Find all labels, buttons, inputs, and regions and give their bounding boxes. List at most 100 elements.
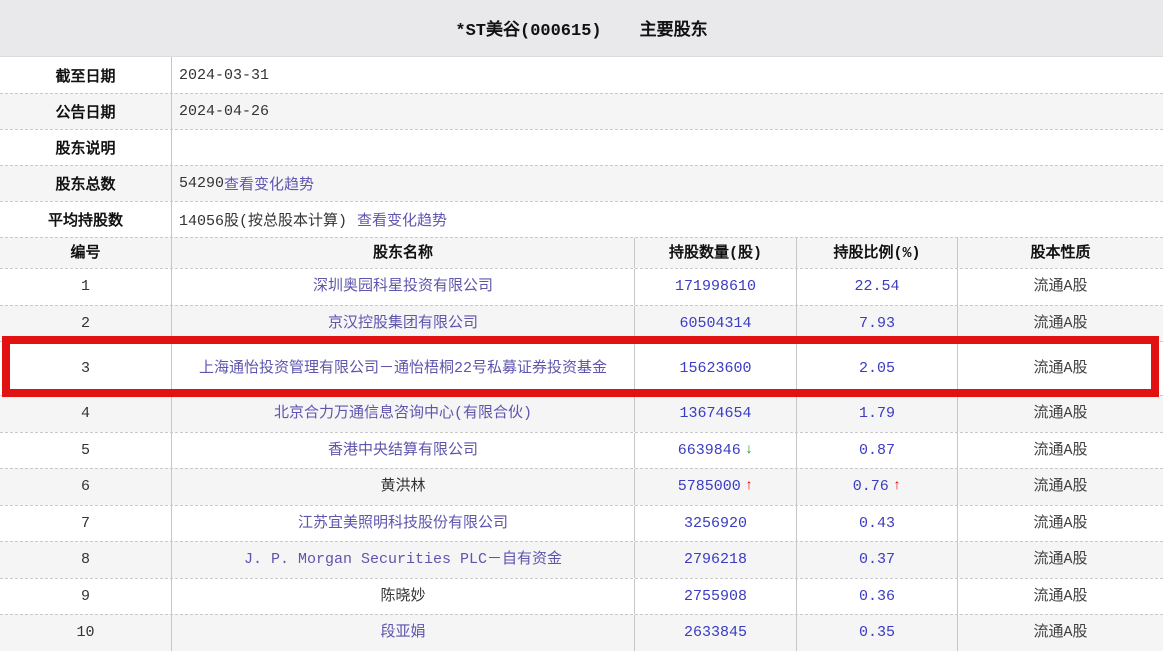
shares-cell: 60504314 (635, 305, 797, 341)
table-row-9: 9 陈晓妙 2755908 0.36 流通A股 (0, 577, 1163, 614)
shareholder-name-link[interactable]: 段亚娟 (380, 623, 425, 642)
shareholder-name-link[interactable]: J. P. Morgan Securities PLC－自有资金 (244, 550, 562, 569)
share-type-cell: 流通A股 (1033, 441, 1088, 459)
name-cell: 陈晓妙 (172, 578, 635, 614)
table-row-5: 5 香港中央结算有限公司 6639846 ↓ 0.87 流通A股 (0, 431, 1163, 468)
info-value: 2024-03-31 (172, 57, 1163, 93)
share-type-cell: 流通A股 (1033, 551, 1088, 569)
shares-cell: 2755908 (635, 578, 797, 614)
table-row-4: 4 北京合力万通信息咨询中心(有限合伙) 13674654 1.79 流通A股 (0, 395, 1163, 432)
shares-cell: 6639846 ↓ (635, 432, 797, 468)
share-type-cell: 流通A股 (1033, 314, 1088, 332)
cutoff-date-value: 2024-03-31 (179, 66, 270, 84)
shares-cell: 2796218 (635, 542, 797, 578)
pct-cell: 0.87 (797, 432, 958, 468)
page-title: *ST美谷(000615) 主要股东 (0, 0, 1163, 57)
table-row-7: 7 江苏宜美照明科技股份有限公司 3256920 0.43 流通A股 (0, 504, 1163, 541)
info-value: 2024-04-26 (172, 94, 1163, 129)
pct-cell: 0.36 (797, 578, 958, 614)
pct-cell: 22.54 (797, 269, 958, 305)
info-row-cutoff-date: 截至日期 2024-03-31 (0, 57, 1163, 93)
rank-cell: 2 (0, 305, 172, 341)
rank-cell: 1 (0, 269, 172, 305)
shares-cell: 2633845 (635, 615, 797, 651)
table-row-6: 6 黄洪林 5785000 ↑ 0.76 ↑ 流通A股 (0, 468, 1163, 505)
shareholder-name-link[interactable]: 京汉控股集团有限公司 (328, 314, 478, 333)
rank-cell: 9 (0, 578, 172, 614)
avg-holding-value: 14056股(按总股本计算) (179, 213, 348, 230)
header-share-type: 股本性质 (1030, 244, 1091, 262)
header-shareholder-name: 股东名称 (172, 238, 635, 268)
share-type-cell: 流通A股 (1033, 478, 1088, 496)
info-section: 截至日期 2024-03-31 公告日期 2024-04-26 股东说明 股东总… (0, 57, 1163, 237)
header-shares-held: 持股数量(股) (635, 238, 797, 268)
shareholder-name-text: 黄洪林 (380, 478, 426, 496)
pct-cell: 1.79 (797, 396, 958, 432)
table-row-1: 1 深圳奥园科星投资有限公司 171998610 22.54 流通A股 (0, 268, 1163, 305)
info-row-announce-date: 公告日期 2024-04-26 (0, 93, 1163, 129)
shareholder-name-link[interactable]: 江苏宜美照明科技股份有限公司 (298, 514, 508, 533)
shareholder-name-link[interactable]: 香港中央结算有限公司 (328, 441, 478, 460)
shares-cell: 13674654 (635, 396, 797, 432)
stock-name-code: *ST美谷(000615) (455, 22, 602, 41)
pct-cell: 2.05 (797, 342, 958, 395)
pct-cell: 0.43 (797, 505, 958, 541)
pct-cell: 0.37 (797, 542, 958, 578)
name-cell: 上海通怡投资管理有限公司－通怡梧桐22号私募证券投资基金 (172, 342, 635, 395)
section-title: 主要股东 (639, 22, 708, 41)
name-cell: 北京合力万通信息咨询中心(有限合伙) (172, 396, 635, 432)
share-type-cell: 流通A股 (1033, 514, 1088, 532)
view-trend-link[interactable]: 查看变化趋势 (224, 173, 314, 194)
info-label: 截至日期 (0, 57, 172, 93)
rank-cell: 10 (0, 615, 172, 651)
rank-cell: 6 (0, 469, 172, 505)
shareholder-name-link[interactable]: 北京合力万通信息咨询中心(有限合伙) (274, 404, 532, 423)
table-header: 编号 股东名称 持股数量(股) 持股比例(%) 股本性质 (0, 237, 1163, 268)
info-value (172, 130, 1163, 165)
major-shareholders-page: *ST美谷(000615) 主要股东 截至日期 2024-03-31 公告日期 … (0, 0, 1163, 652)
share-type-cell: 流通A股 (1033, 405, 1088, 423)
shareholder-name-text: 陈晓妙 (380, 587, 426, 605)
shares-cell: 15623600 (635, 342, 797, 395)
info-label: 股东说明 (0, 130, 172, 165)
info-label: 公告日期 (0, 94, 172, 129)
name-cell: 深圳奥园科星投资有限公司 (172, 269, 635, 305)
pct-increase-arrow-icon: ↑ (892, 478, 902, 495)
info-row-shareholder-note: 股东说明 (0, 129, 1163, 165)
share-type-cell: 流通A股 (1033, 278, 1088, 296)
info-row-total-holders: 股东总数 54290 查看变化趋势 (0, 165, 1163, 201)
name-cell: 京汉控股集团有限公司 (172, 305, 635, 341)
info-label: 平均持股数 (0, 202, 172, 237)
info-value: 14056股(按总股本计算) 查看变化趋势 (172, 202, 1163, 237)
announce-date-value: 2024-04-26 (179, 103, 270, 120)
pct-cell: 0.76 ↑ (797, 469, 958, 505)
table-row-10: 10 段亚娟 2633845 0.35 流通A股 (0, 614, 1163, 651)
info-label: 股东总数 (0, 166, 172, 201)
shareholder-name-link[interactable]: 深圳奥园科星投资有限公司 (313, 277, 493, 296)
table-row-8: 8 J. P. Morgan Securities PLC－自有资金 27962… (0, 541, 1163, 578)
rank-cell: 5 (0, 432, 172, 468)
rank-cell: 4 (0, 396, 172, 432)
header-holding-pct: 持股比例(%) (797, 238, 958, 268)
pct-cell: 7.93 (797, 305, 958, 341)
rank-cell: 8 (0, 542, 172, 578)
total-holders-value: 54290 (179, 175, 225, 192)
view-trend-link[interactable]: 查看变化趋势 (357, 209, 447, 230)
name-cell: J. P. Morgan Securities PLC－自有资金 (172, 542, 635, 578)
info-value: 54290 查看变化趋势 (172, 166, 1163, 201)
shareholders-table: 1 深圳奥园科星投资有限公司 171998610 22.54 流通A股 2 京汉… (0, 268, 1163, 651)
shares-decrease-arrow-icon: ↓ (744, 441, 754, 458)
info-row-avg-holding: 平均持股数 14056股(按总股本计算) 查看变化趋势 (0, 201, 1163, 237)
name-cell: 黄洪林 (172, 469, 635, 505)
share-type-cell: 流通A股 (1033, 360, 1088, 377)
shareholder-name-link[interactable]: 上海通怡投资管理有限公司－通怡梧桐22号私募证券投资基金 (199, 359, 607, 378)
pct-cell: 0.35 (797, 615, 958, 651)
shares-cell: 5785000 ↑ (635, 469, 797, 505)
header-rank: 编号 (0, 238, 172, 268)
shares-cell: 3256920 (635, 505, 797, 541)
name-cell: 段亚娟 (172, 615, 635, 651)
table-row-3-highlighted: 3 上海通怡投资管理有限公司－通怡梧桐22号私募证券投资基金 15623600 … (0, 336, 1163, 397)
table-row-2: 2 京汉控股集团有限公司 60504314 7.93 流通A股 (0, 304, 1163, 341)
rank-cell: 7 (0, 505, 172, 541)
name-cell: 香港中央结算有限公司 (172, 432, 635, 468)
